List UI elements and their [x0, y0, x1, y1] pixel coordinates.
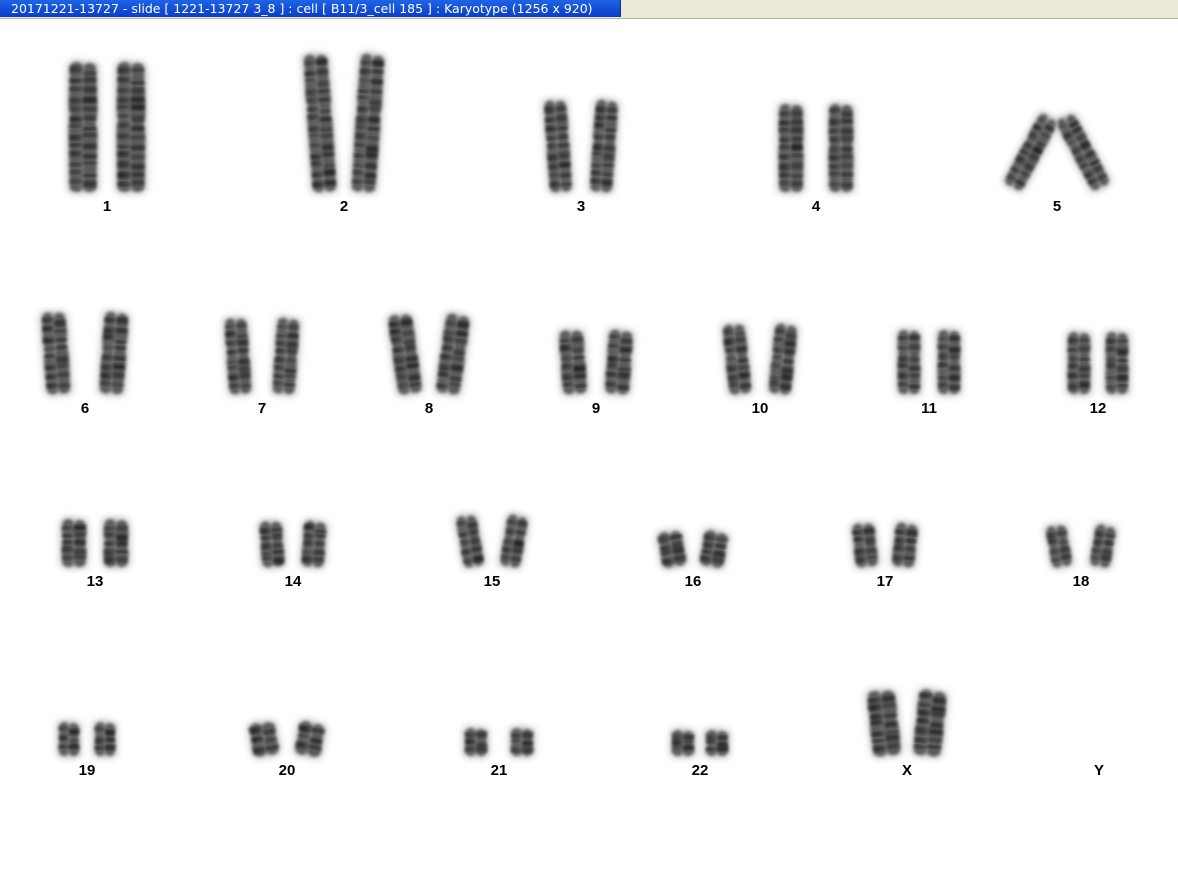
chromosome-label: 20: [278, 762, 296, 779]
chromosome-label: 3: [576, 198, 586, 215]
chromosome-pair-21[interactable]: [462, 726, 536, 758]
chromosome-x-1[interactable]: [864, 686, 904, 759]
chromosome-label: Y: [1093, 762, 1105, 779]
chromosome-x-2[interactable]: [910, 686, 950, 759]
chromosome-14-2[interactable]: [299, 518, 329, 570]
chromosome-10-2[interactable]: [766, 321, 801, 397]
chromosome-layer: [39, 51, 1131, 760]
chromosome-13-1[interactable]: [59, 517, 89, 569]
chromosome-label: 1: [102, 198, 112, 215]
chromosome-3-1[interactable]: [541, 97, 575, 195]
chromosome-12-2[interactable]: [1103, 330, 1131, 396]
chromosome-11-2[interactable]: [935, 328, 963, 396]
chromosome-label: 9: [591, 400, 601, 417]
chromosome-pair-14[interactable]: [257, 518, 329, 570]
chromosome-16-2[interactable]: [696, 527, 731, 571]
chromosome-2-1[interactable]: [301, 51, 340, 195]
chromosome-pair-20[interactable]: [245, 718, 328, 761]
chromosome-15-1[interactable]: [453, 511, 487, 571]
chromosome-18-2[interactable]: [1087, 521, 1120, 571]
chromosome-9-1[interactable]: [556, 327, 590, 397]
chromosome-13-2[interactable]: [101, 517, 131, 569]
chromosome-pair-5[interactable]: [1000, 109, 1114, 195]
chromosome-pair-15[interactable]: [453, 511, 531, 571]
chromosome-label: 11: [921, 400, 937, 417]
chromosome-label: 14: [284, 573, 302, 590]
chromosome-8-2[interactable]: [433, 310, 473, 397]
chromosome-4-1[interactable]: [776, 102, 806, 194]
chromosome-label: 13: [86, 573, 104, 590]
chromosome-18-1[interactable]: [1043, 521, 1076, 571]
chromosome-pair-12[interactable]: [1065, 330, 1131, 396]
chromosome-pair-2[interactable]: [301, 51, 388, 195]
chromosome-10-1[interactable]: [720, 321, 755, 397]
chromosome-21-2[interactable]: [508, 726, 536, 758]
chromosome-12-1[interactable]: [1065, 330, 1093, 396]
chromosome-20-2[interactable]: [291, 718, 328, 761]
chromosome-pair-17[interactable]: [849, 520, 921, 571]
chromosome-pair-3[interactable]: [541, 97, 621, 195]
chromosome-label: 2: [339, 198, 349, 215]
chromosome-4-2[interactable]: [826, 102, 856, 194]
chromosome-17-1[interactable]: [849, 520, 881, 571]
chromosome-label: 18: [1072, 573, 1090, 590]
chromosome-label: 4: [811, 198, 821, 215]
window-title-tab[interactable]: 20171221-13727 - slide [ 1221-13727 3_8 …: [0, 0, 621, 17]
chromosome-label: 15: [483, 573, 501, 590]
chromosome-5-1[interactable]: [1000, 109, 1062, 195]
chromosome-label: 8: [424, 400, 434, 417]
chromosome-label: 5: [1052, 198, 1062, 215]
chromosome-21-1[interactable]: [462, 726, 490, 758]
window-title: 20171221-13727 - slide [ 1221-13727 3_8 …: [11, 1, 593, 16]
chromosome-pair-x[interactable]: [864, 686, 950, 759]
chromosome-label: 16: [684, 573, 702, 590]
chromosome-pair-22[interactable]: [669, 728, 731, 758]
chromosome-6-1[interactable]: [39, 309, 74, 397]
chromosome-label: X: [901, 762, 913, 779]
chromosome-label: 12: [1089, 400, 1107, 417]
chromosome-pair-10[interactable]: [720, 321, 801, 397]
chromosome-pair-6[interactable]: [39, 309, 132, 397]
chromosome-19-1[interactable]: [56, 720, 82, 758]
chromosome-5-2[interactable]: [1052, 109, 1114, 195]
chromosome-label: 6: [80, 400, 90, 417]
chromosome-22-1[interactable]: [669, 728, 697, 758]
chromosome-1-1[interactable]: [66, 60, 100, 194]
chromosome-7-2[interactable]: [270, 315, 303, 397]
chromosome-1-2[interactable]: [114, 60, 148, 194]
chromosome-pair-9[interactable]: [556, 327, 636, 397]
chromosome-8-1[interactable]: [385, 310, 425, 397]
chromosome-14-1[interactable]: [257, 518, 287, 570]
chromosome-pair-8[interactable]: [385, 310, 473, 397]
chromosome-pair-16[interactable]: [654, 527, 731, 571]
karyotype-canvas: [39, 51, 1131, 760]
chromosome-pair-7[interactable]: [222, 315, 303, 397]
chromosome-3-2[interactable]: [587, 97, 621, 195]
chromosome-15-2[interactable]: [497, 511, 531, 571]
chromosome-6-2[interactable]: [97, 309, 132, 397]
chromosome-2-2[interactable]: [349, 51, 388, 195]
chromosome-label: 7: [257, 400, 267, 417]
chromosome-11-1[interactable]: [895, 328, 923, 396]
chromosome-pair-19[interactable]: [56, 720, 118, 758]
chromosome-17-2[interactable]: [889, 520, 921, 571]
chromosome-22-2[interactable]: [703, 728, 731, 758]
chromosome-7-1[interactable]: [222, 315, 255, 397]
chromosome-label: 19: [78, 762, 96, 779]
chromosome-9-2[interactable]: [602, 327, 636, 397]
chromosome-pair-13[interactable]: [59, 517, 131, 569]
chromosome-19-2[interactable]: [92, 720, 118, 758]
chromosome-pair-1[interactable]: [66, 60, 148, 194]
chromosome-20-1[interactable]: [245, 718, 282, 761]
title-bar: 20171221-13727 - slide [ 1221-13727 3_8 …: [0, 0, 1178, 19]
chromosome-label: 10: [751, 400, 769, 417]
chromosome-label: 21: [490, 762, 508, 779]
chromosome-pair-4[interactable]: [776, 102, 856, 194]
chromosome-label: 17: [876, 573, 894, 590]
chromosome-16-1[interactable]: [654, 527, 689, 571]
chromosome-pair-11[interactable]: [895, 328, 963, 396]
chromosome-pair-18[interactable]: [1043, 521, 1120, 571]
chromosome-label: 22: [691, 762, 709, 779]
